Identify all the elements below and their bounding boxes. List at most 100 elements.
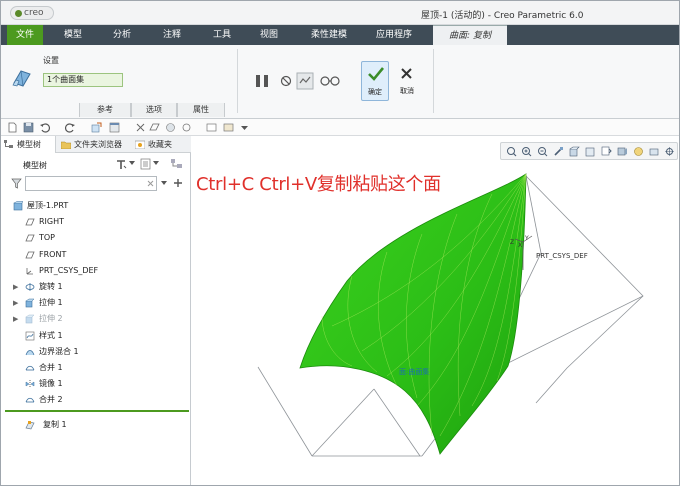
undo-icon[interactable] xyxy=(39,122,50,133)
clear-filter-icon[interactable] xyxy=(147,180,154,187)
surface-set-collector[interactable]: 1个曲面集 xyxy=(43,73,123,87)
tree-filters-icon[interactable] xyxy=(170,158,183,170)
csys-display-icon[interactable] xyxy=(165,122,176,133)
quick-access-toolbar xyxy=(1,119,679,136)
mirror-icon xyxy=(25,380,35,389)
favorites-icon xyxy=(135,140,145,149)
menu-file[interactable]: 文件 xyxy=(7,25,43,45)
point-display-icon[interactable] xyxy=(181,122,192,133)
subtab-options[interactable]: 选项 xyxy=(131,103,177,117)
tree-item[interactable]: 合并 2 xyxy=(1,393,191,407)
subtab-properties[interactable]: 属性 xyxy=(177,103,225,117)
chevron-down-icon[interactable] xyxy=(153,161,159,166)
tree-header: 模型树 xyxy=(1,156,191,174)
new-file-icon[interactable] xyxy=(7,122,18,133)
cancel-button[interactable]: 取消 xyxy=(393,61,421,101)
tree-item[interactable]: FRONT xyxy=(1,248,191,262)
pause-icon[interactable] xyxy=(254,73,270,89)
tree-item-copy-1[interactable]: 复制 1 xyxy=(1,418,191,432)
folder-icon xyxy=(61,141,71,149)
tree-search-input[interactable] xyxy=(25,176,157,191)
datum-plane-icon xyxy=(25,218,35,226)
tab-favorites[interactable]: 收藏夹 xyxy=(132,136,190,153)
tree-item-label: FRONT xyxy=(39,249,67,259)
tree-title: 模型树 xyxy=(23,161,47,170)
tree-item-label: 屋顶-1.PRT xyxy=(27,201,69,210)
copied-surface xyxy=(299,173,527,455)
tab-folder-browser-label: 文件夹浏览器 xyxy=(74,140,122,149)
tree-item[interactable]: 屋顶-1.PRT xyxy=(1,199,191,213)
tree-item[interactable]: PRT_CSYS_DEF xyxy=(1,264,191,278)
menu-view[interactable]: 视图 xyxy=(252,25,286,45)
tree-item-label: RIGHT xyxy=(39,217,65,227)
tree-item[interactable]: RIGHT xyxy=(1,215,191,229)
tree-item[interactable]: TOP xyxy=(1,231,191,245)
graphics-viewport[interactable]: Y Z X Ctrl+C Ctrl+V复制粘贴这个面 PRT_CSYS_DEF … xyxy=(192,136,679,485)
tree-item-label: 拉伸 1 xyxy=(39,298,63,308)
checkmark-icon xyxy=(368,67,385,81)
windows-icon[interactable] xyxy=(109,122,120,133)
ribbon-separator xyxy=(433,49,434,113)
settings-label: 设置 xyxy=(43,56,59,65)
regenerate-icon[interactable] xyxy=(91,122,102,133)
tree-item[interactable]: 边界混合 1 xyxy=(1,345,191,359)
tree-item-label: 旋转 1 xyxy=(39,282,63,291)
tab-favorites-label: 收藏夹 xyxy=(148,140,172,149)
tree-item-label: 合并 1 xyxy=(39,363,63,372)
no-preview-icon[interactable] xyxy=(280,75,292,87)
datum-plane-icon xyxy=(25,251,35,258)
tab-surface-copy[interactable]: 曲面: 复制 xyxy=(433,25,507,45)
customize-dropdown-icon[interactable] xyxy=(239,122,250,133)
tree-item[interactable]: 样式 1 xyxy=(1,329,191,343)
annotation-display-icon[interactable] xyxy=(206,122,217,133)
menu-tools[interactable]: 工具 xyxy=(205,25,239,45)
tree-icon xyxy=(4,140,13,148)
show-columns-icon[interactable] xyxy=(140,158,151,170)
ribbon-separator xyxy=(237,49,238,113)
tab-folder-browser[interactable]: 文件夹浏览器 xyxy=(58,136,130,153)
datum-display-icon[interactable] xyxy=(149,122,160,133)
filter-icon[interactable] xyxy=(11,178,22,189)
tree-item[interactable]: ▶ 拉伸 2 xyxy=(1,312,191,326)
extrude-icon xyxy=(25,298,35,308)
redo-icon[interactable] xyxy=(65,122,76,133)
chevron-down-icon[interactable] xyxy=(161,181,167,186)
subtab-references[interactable]: 参考 xyxy=(79,103,131,117)
part-icon xyxy=(13,201,23,211)
copy-surface-icon[interactable] xyxy=(11,67,33,89)
glasses-preview-icon[interactable] xyxy=(320,74,340,87)
menu-annotate[interactable]: 注释 xyxy=(155,25,189,45)
creo-logo: creo xyxy=(10,6,54,20)
verify-icon[interactable] xyxy=(296,72,314,90)
creo-logo-icon xyxy=(15,9,22,17)
menu-applications[interactable]: 应用程序 xyxy=(369,25,419,45)
tree-item[interactable]: 镜像 1 xyxy=(1,377,191,391)
tree-item[interactable]: 合并 1 xyxy=(1,361,191,375)
menu-model[interactable]: 模型 xyxy=(56,25,90,45)
chevron-down-icon[interactable] xyxy=(129,161,135,166)
close-window-icon[interactable] xyxy=(135,122,146,133)
settings-icon[interactable] xyxy=(115,158,127,170)
model-tree-panel: 模型树 文件夹浏览器 收藏夹 模型树 屋顶-1.PRT RIGHT TOP FR… xyxy=(1,136,191,485)
add-icon[interactable] xyxy=(173,178,183,188)
tab-model-tree[interactable]: 模型树 xyxy=(1,136,56,153)
filter-row xyxy=(1,176,191,192)
expand-arrow-icon[interactable]: ▶ xyxy=(13,280,18,294)
window-title: 屋顶-1 (活动的) - Creo Parametric 6.0 xyxy=(421,11,584,21)
csys-icon xyxy=(26,267,33,275)
confirm-label: 确定 xyxy=(368,88,382,96)
save-icon[interactable] xyxy=(23,122,34,133)
expand-arrow-icon[interactable]: ▶ xyxy=(13,312,18,326)
tree-item-label: 复制 1 xyxy=(43,420,67,429)
tree-item[interactable]: ▶ 旋转 1 xyxy=(1,280,191,294)
menu-flexible-modeling[interactable]: 柔性建模 xyxy=(301,25,357,45)
instruction-annotation: Ctrl+C Ctrl+V复制粘贴这个面 xyxy=(196,174,441,195)
menu-analysis[interactable]: 分析 xyxy=(105,25,139,45)
tree-item[interactable]: ▶ 拉伸 1 xyxy=(1,296,191,310)
confirm-button[interactable]: 确定 xyxy=(361,61,389,101)
logo-text: creo xyxy=(24,8,44,18)
spin-center-icon[interactable] xyxy=(223,122,234,133)
revolve-icon xyxy=(25,283,35,291)
copy-surface-icon xyxy=(25,421,35,430)
expand-arrow-icon[interactable]: ▶ xyxy=(13,296,18,310)
